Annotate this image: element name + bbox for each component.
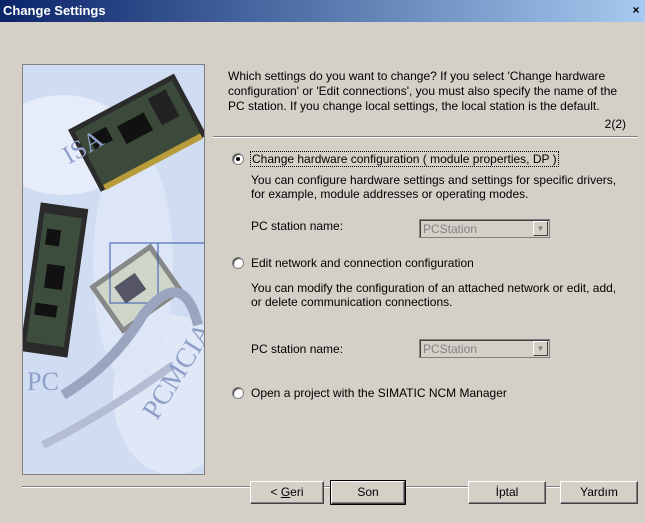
top-divider: [213, 136, 638, 138]
pc-station-value-1: PCStation: [423, 222, 478, 236]
option-open-ncm[interactable]: Open a project with the SIMATIC NCM Mana…: [232, 386, 507, 400]
dialog-body: ISA PCMCIA PC Which settings do you want…: [0, 22, 645, 523]
pc-station-value-2: PCStation: [423, 342, 478, 356]
page-indicator: 2(2): [604, 117, 626, 131]
finish-button[interactable]: Son: [330, 480, 406, 505]
wizard-illustration: ISA PCMCIA PC: [22, 64, 205, 475]
option-edit-network[interactable]: Edit network and connection configuratio…: [232, 256, 474, 270]
title-bar: Change Settings ×: [0, 0, 645, 22]
option-change-hardware-description: You can configure hardware settings and …: [251, 173, 617, 201]
window-title: Change Settings: [3, 3, 106, 18]
option-edit-network-label[interactable]: Edit network and connection configuratio…: [251, 256, 474, 270]
chevron-down-icon[interactable]: ▼: [533, 221, 548, 236]
radio-change-hardware[interactable]: [232, 153, 244, 165]
close-icon[interactable]: ×: [629, 3, 643, 17]
back-button[interactable]: < Geri: [250, 481, 324, 504]
pc-station-label-2: PC station name:: [251, 342, 344, 356]
option-change-hardware[interactable]: Change hardware configuration ( module p…: [232, 151, 559, 167]
radio-edit-network[interactable]: [232, 257, 244, 269]
radio-open-ncm[interactable]: [232, 387, 244, 399]
pc-station-select-1[interactable]: PCStation ▼: [419, 219, 550, 238]
cancel-button[interactable]: İptal: [468, 481, 546, 504]
help-button[interactable]: Yardım: [560, 481, 638, 504]
option-edit-network-description: You can modify the configuration of an a…: [251, 281, 617, 309]
chevron-down-icon[interactable]: ▼: [533, 341, 548, 356]
intro-text: Which settings do you want to change? If…: [228, 69, 618, 113]
option-change-hardware-label[interactable]: Change hardware configuration ( module p…: [250, 151, 559, 167]
pc-station-select-2[interactable]: PCStation ▼: [419, 339, 550, 358]
pc-station-label-1: PC station name:: [251, 219, 344, 233]
pc-label: PC: [27, 367, 59, 396]
hardware-illustration: ISA PCMCIA PC: [23, 65, 204, 474]
option-open-ncm-label[interactable]: Open a project with the SIMATIC NCM Mana…: [251, 386, 507, 400]
